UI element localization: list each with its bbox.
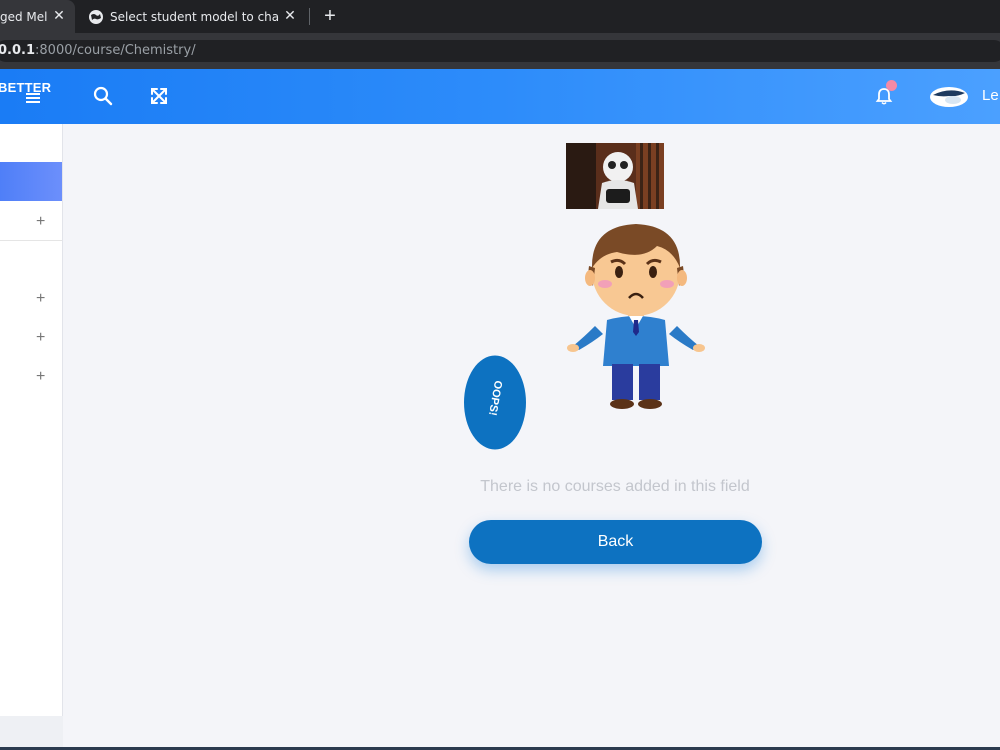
sidebar-item[interactable]: + <box>0 287 62 311</box>
close-icon[interactable]: ✕ <box>51 8 67 24</box>
sidebar-item[interactable]: + <box>0 326 62 350</box>
globe-icon <box>89 9 103 24</box>
tab-title: ged Melat <box>0 9 48 24</box>
close-icon[interactable]: ✕ <box>282 8 298 24</box>
browser-tab-active[interactable]: ged Melat ✕ <box>0 0 75 33</box>
robot-image <box>566 143 664 209</box>
address-bar-row: 0.0.1:8000/course/Chemistry/ <box>0 33 1000 69</box>
sidebar-item-active[interactable] <box>0 162 62 201</box>
tab-separator <box>309 8 310 25</box>
browser-tab-bar: ged Melat ✕ Select student model to chan… <box>0 0 1000 33</box>
sidebar-divider <box>0 240 62 241</box>
expand-icon: + <box>36 329 46 346</box>
search-icon[interactable] <box>92 85 114 107</box>
new-tab-button[interactable]: + <box>320 6 340 26</box>
expand-icon: + <box>36 290 46 307</box>
oops-badge: OOPS! <box>463 354 527 451</box>
back-button[interactable]: Back <box>469 520 762 564</box>
sad-character-illustration <box>567 224 705 409</box>
menu-icon[interactable] <box>26 93 40 105</box>
sidebar: + + + + <box>0 124 63 716</box>
sidebar-footer <box>0 716 63 750</box>
url-host: 0.0.1 <box>0 43 36 58</box>
app-header: BETTER Le <box>0 69 1000 124</box>
avatar[interactable] <box>929 85 969 109</box>
sidebar-item[interactable]: + <box>0 365 62 389</box>
expand-icon: + <box>36 213 46 230</box>
empty-state-message: There is no courses added in this field <box>480 478 750 495</box>
url-field[interactable]: 0.0.1:8000/course/Chemistry/ <box>0 40 1000 62</box>
notification-dot <box>886 80 897 91</box>
url-path: :8000/course/Chemistry/ <box>35 43 196 58</box>
user-name[interactable]: Le <box>982 87 999 104</box>
expand-icon: + <box>36 368 46 385</box>
sidebar-item[interactable]: + <box>0 210 62 234</box>
browser-tab[interactable]: Select student model to change | ✕ <box>78 0 306 33</box>
tab-title: Select student model to change | <box>110 9 280 24</box>
fullscreen-icon[interactable] <box>148 85 170 107</box>
